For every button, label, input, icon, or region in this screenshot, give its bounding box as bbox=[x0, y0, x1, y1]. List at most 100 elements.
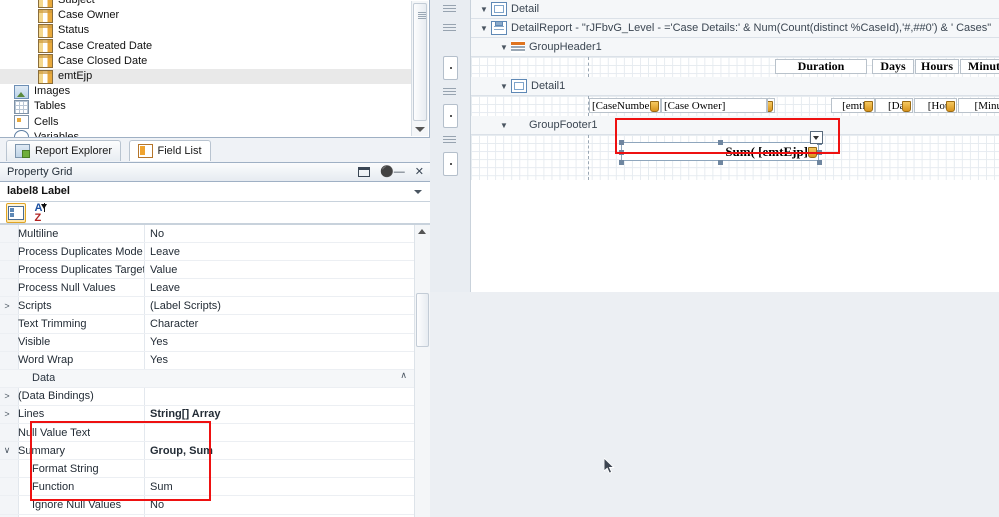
field-list-item[interactable]: Status bbox=[0, 23, 411, 38]
property-name-cell[interactable]: Text Trimming bbox=[0, 315, 145, 333]
field-list-item[interactable]: Cells bbox=[0, 115, 411, 130]
property-row[interactable]: Process Duplicates Target Value bbox=[0, 261, 415, 280]
tab-field-list[interactable]: Field List bbox=[128, 140, 211, 161]
band-surface[interactable]: Sum( [emtEjp] bbox=[471, 131, 999, 180]
property-value-cell[interactable]: No bbox=[145, 496, 415, 513]
selection-handle[interactable] bbox=[619, 140, 624, 145]
field-list-item[interactable]: emtEjp bbox=[0, 68, 411, 85]
property-row[interactable]: ∨ Summary Group, Sum bbox=[0, 442, 415, 461]
page-body-area[interactable] bbox=[471, 180, 999, 292]
selection-handle[interactable] bbox=[718, 140, 723, 145]
property-value-cell[interactable]: Sum bbox=[145, 478, 415, 495]
property-name-cell[interactable]: Process Duplicates Mode bbox=[0, 243, 145, 261]
property-category-row[interactable]: Data ∧ bbox=[0, 369, 415, 388]
report-control[interactable]: [Minute bbox=[958, 98, 999, 113]
property-row[interactable]: Visible Yes bbox=[0, 333, 415, 352]
property-name-cell[interactable]: > (Data Bindings) bbox=[0, 387, 145, 405]
band-header[interactable]: ▼ GroupFooter1 bbox=[471, 116, 999, 135]
property-value-cell[interactable]: No bbox=[145, 225, 415, 242]
property-value-cell[interactable]: Character bbox=[145, 315, 415, 332]
report-control[interactable]: [Case Owner] bbox=[661, 98, 767, 113]
category-collapse-icon[interactable]: ∧ bbox=[400, 370, 407, 387]
selection-handle[interactable] bbox=[817, 160, 822, 165]
property-value-cell[interactable]: Leave bbox=[145, 279, 415, 296]
band-expander-icon[interactable]: ▼ bbox=[497, 121, 511, 130]
property-value-cell[interactable] bbox=[145, 424, 415, 441]
property-row[interactable]: Multiline No bbox=[0, 225, 415, 244]
band-header[interactable]: ▼ DetailReport - "rJFbvG_Level - ='Case D… bbox=[471, 19, 999, 38]
scroll-up-arrow-icon[interactable] bbox=[418, 229, 426, 234]
band-header[interactable]: ▼ Detail1 bbox=[471, 77, 999, 96]
report-control[interactable]: [emtEj bbox=[831, 98, 875, 113]
report-canvas[interactable]: ▼ Detail ▼ DetailReport - "rJFbvG_Level - =… bbox=[471, 0, 999, 292]
scroll-down-arrow-icon[interactable] bbox=[415, 127, 425, 132]
band-header[interactable]: ▼ Detail bbox=[471, 0, 999, 19]
property-grid-toolbar[interactable]: AZ bbox=[0, 202, 430, 224]
property-name-cell[interactable]: ∨ Summary bbox=[0, 442, 145, 460]
property-value-cell[interactable]: String[] Array bbox=[145, 406, 415, 423]
restore-icon[interactable] bbox=[358, 167, 371, 177]
property-name-cell[interactable]: Word Wrap bbox=[0, 351, 145, 369]
report-control[interactable]: Minutes bbox=[960, 59, 999, 74]
property-row[interactable]: Null Value Text bbox=[0, 424, 415, 443]
property-value-cell[interactable]: Value bbox=[145, 261, 415, 278]
property-grid-rows-area[interactable]: Multiline No Process Duplicates Mode Leave P… bbox=[0, 224, 430, 517]
band-expander-icon[interactable]: ▼ bbox=[497, 43, 511, 52]
property-name-cell[interactable]: Multiline bbox=[0, 225, 145, 243]
property-value-cell[interactable]: Leave bbox=[145, 243, 415, 260]
property-row[interactable]: Function Sum bbox=[0, 478, 415, 497]
field-list-item[interactable]: Variables bbox=[0, 130, 411, 137]
property-value-cell[interactable] bbox=[145, 460, 415, 477]
property-row[interactable]: Process Duplicates Mode Leave bbox=[0, 243, 415, 262]
property-grid-scrollbar[interactable] bbox=[414, 225, 430, 517]
scrollbar-thumb[interactable] bbox=[416, 293, 429, 347]
field-list-item[interactable]: Images bbox=[0, 84, 411, 99]
field-list-item[interactable]: Case Owner bbox=[0, 8, 411, 23]
property-name-cell[interactable]: Ignore Null Values bbox=[0, 496, 145, 514]
property-row[interactable]: > Scripts (Label Scripts) bbox=[0, 297, 415, 316]
field-list-item[interactable]: Case Created Date bbox=[0, 39, 411, 54]
band-surface[interactable]: Duration Days Hours Minutes bbox=[471, 57, 999, 77]
property-row[interactable]: Format String bbox=[0, 460, 415, 479]
selection-handle[interactable] bbox=[619, 160, 624, 165]
selection-handle[interactable] bbox=[619, 150, 624, 155]
band-expander-icon[interactable]: ▼ bbox=[477, 5, 491, 14]
property-value-cell[interactable]: (Label Scripts) bbox=[145, 297, 415, 314]
field-list-scrollbar[interactable] bbox=[411, 1, 428, 136]
report-control[interactable]: [Hour bbox=[914, 98, 957, 113]
field-list-item[interactable]: Tables bbox=[0, 99, 411, 114]
band-expander-icon[interactable]: ▼ bbox=[477, 24, 491, 33]
expander-expand-icon[interactable]: > bbox=[0, 301, 14, 311]
selected-report-control[interactable]: Sum( [emtEjp] bbox=[619, 140, 822, 165]
alphabetical-sort-button[interactable]: AZ bbox=[32, 202, 50, 223]
property-row[interactable]: > Lines String[] Array bbox=[0, 405, 415, 425]
property-value-cell[interactable] bbox=[145, 388, 415, 405]
expander-expand-icon[interactable]: > bbox=[0, 391, 14, 401]
property-name-cell[interactable]: Function bbox=[0, 478, 145, 496]
property-name-cell[interactable]: Format String bbox=[0, 460, 145, 478]
field-list-item[interactable]: Subject bbox=[0, 0, 411, 8]
report-control[interactable]: [Day bbox=[875, 98, 913, 113]
property-name-cell[interactable]: > Lines bbox=[0, 405, 145, 424]
property-row[interactable]: Word Wrap Yes bbox=[0, 351, 415, 370]
property-row[interactable]: > (Data Bindings) bbox=[0, 387, 415, 406]
report-control[interactable]: [CaseNumbe bbox=[589, 98, 661, 113]
property-value-cell[interactable]: Yes bbox=[145, 352, 415, 369]
field-list-tree[interactable]: Subject Case Owner Status Case Created Date… bbox=[0, 0, 411, 137]
report-control[interactable]: Days bbox=[872, 59, 914, 74]
property-name-cell[interactable]: Process Null Values bbox=[0, 279, 145, 297]
selection-handle[interactable] bbox=[817, 150, 822, 155]
selection-handle[interactable] bbox=[718, 160, 723, 165]
band-header[interactable]: ▼ GroupHeader1 bbox=[471, 38, 999, 57]
property-value-cell[interactable]: Group, Sum bbox=[145, 442, 415, 459]
band-surface[interactable]: [CaseNumbe [Case Owner] [emtEj [Day [Hour [Mi… bbox=[471, 96, 999, 116]
auto-hide-pin-icon[interactable]: ⚫— bbox=[380, 165, 405, 179]
object-selector-dropdown[interactable] bbox=[410, 182, 426, 201]
property-grid-object-selector[interactable]: label8 Label bbox=[0, 182, 430, 202]
band-expander-icon[interactable]: ▼ bbox=[497, 82, 511, 91]
expander-collapse-icon[interactable]: ∨ bbox=[0, 445, 14, 456]
field-list-item[interactable]: Case Closed Date bbox=[0, 54, 411, 69]
property-row[interactable]: Ignore Null Values No bbox=[0, 496, 415, 515]
property-row[interactable]: Text Trimming Character bbox=[0, 315, 415, 334]
property-name-cell[interactable]: Data bbox=[0, 370, 400, 387]
